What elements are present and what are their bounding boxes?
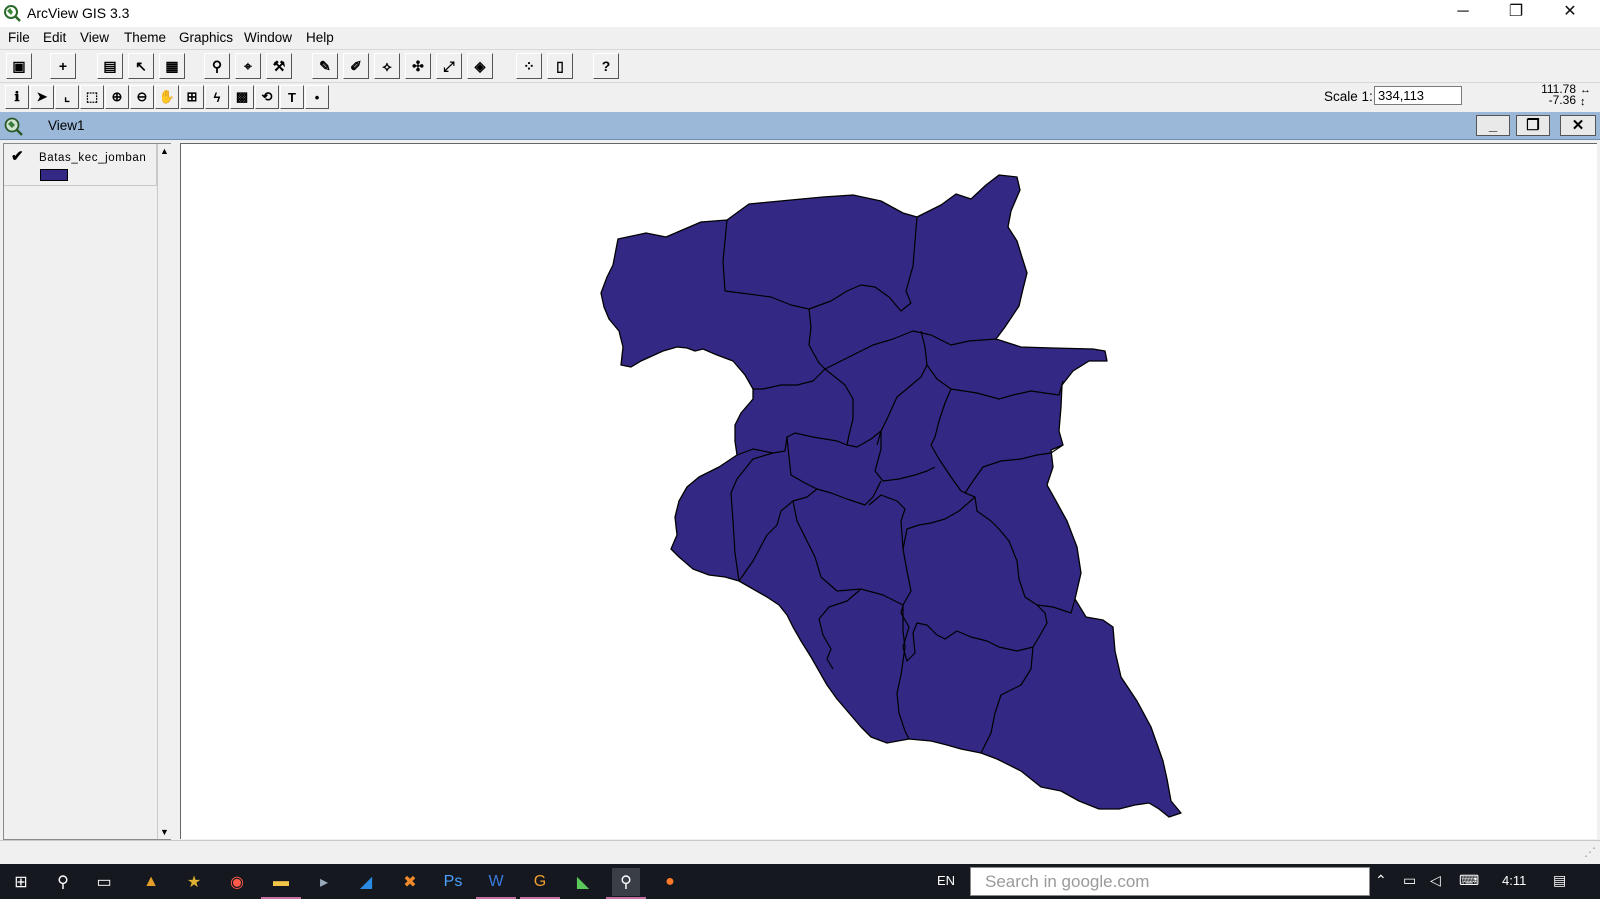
menu-graphics[interactable]: Graphics — [179, 30, 233, 45]
theme-visibility-checkbox[interactable]: ✔ — [11, 148, 28, 165]
resize-grip-icon[interactable]: ⋰ — [1584, 845, 1596, 859]
hotlink-tool[interactable]: ϟ — [205, 85, 229, 109]
help-button[interactable]: ? — [593, 53, 619, 79]
scroll-down-arrow-icon[interactable]: ▼ — [160, 827, 169, 837]
find-button[interactable]: ⚲ — [204, 53, 230, 79]
keyboard-icon[interactable]: ⌨ — [1459, 872, 1479, 889]
volume-icon[interactable]: ◁ — [1430, 872, 1441, 889]
pan-tool[interactable]: ✋ — [155, 85, 179, 109]
coord-y: -7.36 — [1548, 93, 1576, 107]
pointer-tool[interactable]: ➤ — [30, 85, 54, 109]
firefox-icon[interactable]: ● — [656, 868, 684, 896]
search-icon[interactable]: ⚲ — [49, 868, 77, 896]
menu-bar: File Edit View Theme Graphics Window Hel… — [0, 27, 1600, 49]
terminal-icon[interactable]: ▸ — [310, 868, 338, 896]
language-indicator[interactable]: EN — [937, 873, 955, 888]
zoom-to-full-extent-button[interactable]: ✣ — [405, 53, 431, 79]
save-project-button[interactable]: ▣ — [6, 53, 32, 79]
zoom-in-tool[interactable]: ⊕ — [105, 85, 129, 109]
taskbar-clock[interactable]: 4:11 — [1502, 873, 1526, 888]
scale-label: Scale 1: — [1324, 89, 1373, 104]
area-of-interest-tool[interactable]: ▩ — [230, 85, 254, 109]
arcview-app-icon — [4, 5, 21, 22]
scale-input[interactable]: 334,113 — [1374, 86, 1462, 105]
view-close-button[interactable]: ✕ — [1560, 115, 1596, 136]
menu-window[interactable]: Window — [244, 30, 292, 45]
file-explorer-icon[interactable]: ▬ — [261, 868, 301, 899]
arcview-icon[interactable]: ⚲ — [606, 868, 646, 899]
label-tool[interactable]: ⟲ — [255, 85, 279, 109]
theme-name: Batas_kec_jomban — [39, 152, 147, 164]
zoom-in-fixed-button[interactable]: ⁘ — [516, 53, 542, 79]
map-app-icon[interactable]: ◣ — [569, 868, 597, 896]
measure-tool[interactable]: ⊞ — [180, 85, 204, 109]
open-theme-table-button[interactable]: ▦ — [159, 53, 185, 79]
window-titlebar: ArcView GIS 3.3 ─ ❐ ✕ — [0, 0, 1600, 26]
status-bar: ⋰ — [0, 840, 1600, 865]
theme-legend-swatch — [40, 169, 68, 181]
taskbar-search-input[interactable]: Search in google.com — [970, 867, 1370, 896]
menu-file[interactable]: File — [8, 30, 30, 45]
windows-taskbar: ⊞ ⚲ ▭ ▲ ★ ◉ ▬ ▸ ◢ ✖ Ps W G ◣ ⚲ ● EN Sear… — [0, 864, 1600, 899]
scroll-up-arrow-icon[interactable]: ▲ — [160, 146, 169, 156]
view-icon — [4, 117, 23, 136]
view-title: View1 — [48, 118, 85, 133]
edit-legend-button[interactable]: ↖ — [128, 53, 154, 79]
vscode-icon[interactable]: ◢ — [352, 868, 380, 896]
zoom-out-fixed-button[interactable]: ▯ — [547, 53, 573, 79]
query-builder-button[interactable]: ⚒ — [266, 53, 292, 79]
coordinate-readout: 111.78 -7.36 — [1520, 83, 1576, 107]
view-titlebar: View1 _ ❐ ✕ — [0, 112, 1600, 140]
map-display[interactable] — [180, 143, 1597, 839]
view-minimize-button[interactable]: _ — [1476, 115, 1510, 136]
select-all-button[interactable]: ✎ — [312, 53, 338, 79]
select-feature-tool[interactable]: ⬚ — [80, 85, 104, 109]
battery-icon[interactable]: ▭ — [1403, 872, 1416, 889]
locate-address-button[interactable]: ⌖ — [235, 53, 261, 79]
close-button[interactable]: ✕ — [1547, 0, 1593, 26]
coordinate-arrows-icon: ↔ ↕ — [1580, 84, 1591, 108]
chart-app-icon[interactable]: ▲ — [137, 868, 165, 896]
toc-scrollbar[interactable]: ▲ ▼ — [157, 144, 172, 839]
vertex-edit-tool[interactable]: ⌞ — [55, 85, 79, 109]
menu-view[interactable]: View — [80, 30, 109, 45]
zoom-out-tool[interactable]: ⊖ — [130, 85, 154, 109]
task-view-icon[interactable]: ▭ — [90, 868, 118, 896]
zoom-to-themes-button[interactable]: ⤢ — [436, 53, 462, 79]
window-title: ArcView GIS 3.3 — [27, 5, 130, 21]
clear-selection-button[interactable]: ✐ — [343, 53, 369, 79]
menu-edit[interactable]: Edit — [43, 30, 66, 45]
star-app-icon[interactable]: ★ — [180, 868, 208, 896]
menu-help[interactable]: Help — [306, 30, 334, 45]
zoom-previous-button[interactable]: ◈ — [467, 53, 493, 79]
word-icon[interactable]: W — [476, 868, 516, 899]
zoom-to-selected-button[interactable]: ⟡ — [374, 53, 400, 79]
view-restore-button[interactable]: ❐ — [1516, 115, 1550, 136]
table-of-contents: ✔ Batas_kec_jomban ▲ ▼ — [3, 143, 172, 840]
draw-point-tool[interactable]: • — [305, 85, 329, 109]
tray-chevron-icon[interactable]: ⌃ — [1375, 872, 1387, 889]
button-bar: ▣ + ▤ ↖ ▦ ⚲ ⌖ ⚒ ✎ ✐ ⟡ ✣ ⤢ ◈ ⁘ ▯ ? — [0, 49, 1600, 82]
google-app-icon[interactable]: G — [520, 868, 560, 899]
photoshop-icon[interactable]: Ps — [439, 868, 467, 896]
media-app-icon[interactable]: ◉ — [223, 868, 251, 896]
add-theme-button[interactable]: + — [50, 53, 76, 79]
identify-tool[interactable]: ℹ — [5, 85, 29, 109]
menu-theme[interactable]: Theme — [124, 30, 166, 45]
notifications-icon[interactable]: ▤ — [1553, 872, 1566, 889]
restore-button[interactable]: ❐ — [1493, 0, 1539, 26]
map-canvas[interactable] — [181, 144, 1596, 838]
xampp-icon[interactable]: ✖ — [396, 868, 424, 896]
jombang-district-map[interactable] — [600, 174, 1182, 818]
minimize-button[interactable]: ─ — [1440, 0, 1486, 26]
theme-properties-button[interactable]: ▤ — [97, 53, 123, 79]
start-icon[interactable]: ⊞ — [7, 868, 35, 896]
text-tool[interactable]: T — [280, 85, 304, 109]
tool-bar: ℹ ➤ ⌞ ⬚ ⊕ ⊖ ✋ ⊞ ϟ ▩ ⟲ T • Scale 1: 334,1… — [0, 82, 1600, 113]
theme-entry[interactable]: ✔ Batas_kec_jomban — [4, 144, 157, 186]
